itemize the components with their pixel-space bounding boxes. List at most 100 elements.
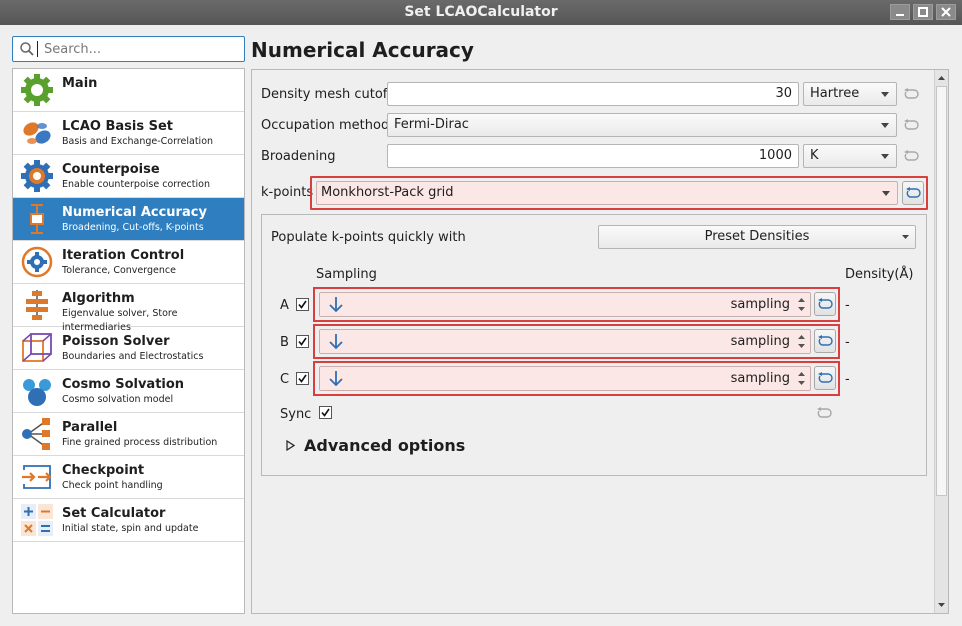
scroll-down-button[interactable]	[935, 599, 948, 611]
sidebar-item-title: Parallel	[62, 420, 118, 435]
kpoints-value: Monkhorst-Pack grid	[321, 185, 454, 200]
sidebar-item-poisson-solver[interactable]: Poisson Solver Boundaries and Electrosta…	[13, 327, 244, 370]
sidebar-item-counterpoise[interactable]: Counterpoise Enable counterpoise correct…	[13, 155, 244, 198]
reset-icon	[904, 88, 919, 99]
arrow-down-icon	[329, 297, 343, 313]
density-mesh-label: Density mesh cutoff	[261, 87, 392, 102]
chevron-down-icon	[881, 123, 889, 128]
reset-icon	[904, 119, 919, 130]
sync-reset-button[interactable]	[815, 404, 833, 422]
scroll-up-button[interactable]	[935, 72, 948, 84]
checkmark-icon	[321, 408, 330, 417]
preset-densities-value: Preset Densities	[704, 229, 810, 244]
close-button[interactable]	[936, 4, 956, 20]
spin-arrows-icon[interactable]	[796, 332, 807, 351]
sidebar-item-title: Set Calculator	[62, 506, 166, 521]
minimize-icon	[896, 14, 904, 16]
checkmark-icon	[298, 300, 307, 309]
sidebar-item-parallel[interactable]: Parallel Fine grained process distributi…	[13, 413, 244, 456]
spin-arrows-icon[interactable]	[796, 295, 807, 314]
axis-c-density: -	[845, 372, 850, 387]
advanced-options-toggle[interactable]: Advanced options	[286, 436, 465, 455]
sidebar-item-subtitle: Enable counterpoise correction	[62, 179, 210, 190]
broadening-reset-button[interactable]	[902, 147, 920, 165]
axis-a-label: A	[280, 298, 289, 313]
sidebar-item-main[interactable]: Main	[13, 69, 244, 112]
chevron-up-icon	[938, 76, 945, 80]
axis-b-density: -	[845, 335, 850, 350]
sidebar-item-subtitle: Check point handling	[62, 480, 163, 491]
density-mesh-input[interactable]: 30	[387, 82, 799, 106]
chevron-down-icon	[902, 235, 909, 239]
sidebar-item-cosmo-solvation[interactable]: Cosmo Solvation Cosmo solvation model	[13, 370, 244, 413]
checkpoint-icon	[22, 465, 52, 489]
occupation-label: Occupation method	[261, 118, 390, 133]
axis-c-sampling-spinbox[interactable]: sampling	[319, 366, 811, 391]
broadening-input[interactable]: 1000	[387, 144, 799, 168]
arrow-down-icon	[329, 371, 343, 387]
axis-a-reset-button[interactable]	[814, 292, 836, 316]
checkmark-icon	[298, 374, 307, 383]
sidebar-item-subtitle: Basis and Exchange-Correlation	[62, 136, 214, 147]
spin-arrows-icon[interactable]	[796, 369, 807, 388]
axis-b-sampling-spinbox[interactable]: sampling	[319, 329, 811, 354]
axis-b-reset-button[interactable]	[814, 329, 836, 353]
broadening-unit-select[interactable]: K	[803, 144, 897, 168]
gear-icon	[21, 74, 53, 106]
settings-panel: Density mesh cutoff 30 Hartree Occupatio…	[251, 69, 949, 614]
sampling-header: Sampling	[316, 267, 377, 282]
occupation-reset-button[interactable]	[902, 116, 920, 134]
sync-label: Sync	[280, 407, 312, 422]
sidebar-item-subtitle: Fine grained process distribution	[62, 437, 218, 448]
search-input[interactable]	[42, 40, 232, 58]
density-mesh-unit-value: Hartree	[810, 86, 860, 101]
kpoints-select[interactable]: Monkhorst-Pack grid	[316, 181, 898, 205]
advanced-options-label: Advanced options	[304, 436, 466, 455]
axis-b-checkbox[interactable]	[296, 335, 309, 348]
iteration-icon	[21, 246, 53, 278]
sync-checkbox[interactable]	[319, 406, 332, 419]
axis-c-highlight: sampling	[313, 361, 840, 396]
scrollbar-thumb[interactable]	[936, 86, 947, 496]
sidebar-item-numerical-accuracy[interactable]: Numerical Accuracy Broadening, Cut-offs,…	[13, 198, 244, 241]
kpoint-grid-group: Populate k-points quickly with Preset De…	[261, 214, 927, 476]
axis-b-label: B	[280, 335, 289, 350]
occupation-select[interactable]: Fermi-Dirac	[387, 113, 897, 137]
axis-c-label: C	[280, 372, 290, 387]
reset-icon	[817, 407, 832, 418]
maximize-button[interactable]	[913, 4, 933, 20]
chevron-down-icon	[881, 92, 889, 97]
window-title: Set LCAOCalculator	[404, 4, 558, 20]
sidebar-item-lcao-basis-set[interactable]: LCAO Basis Set Basis and Exchange-Correl…	[13, 112, 244, 155]
occupation-value: Fermi-Dirac	[394, 117, 469, 132]
search-box[interactable]	[12, 36, 245, 62]
vertical-scrollbar[interactable]	[934, 70, 948, 613]
sidebar-item-subtitle: Broadening, Cut-offs, K-points	[62, 222, 204, 233]
sidebar-item-algorithm[interactable]: Algorithm Eigenvalue solver, Store inter…	[13, 284, 244, 333]
sidebar-item-iteration-control[interactable]: Iteration Control Tolerance, Convergence	[13, 241, 244, 284]
sidebar-item-subtitle: Boundaries and Electrostatics	[62, 351, 204, 362]
density-mesh-unit-select[interactable]: Hartree	[803, 82, 897, 106]
minimize-button[interactable]	[890, 4, 910, 20]
flowchart-icon	[26, 290, 48, 320]
text-cursor	[37, 41, 38, 57]
chevron-down-icon	[882, 191, 890, 196]
axis-a-sampling-spinbox[interactable]: sampling	[319, 292, 811, 317]
preset-densities-select[interactable]: Preset Densities	[598, 225, 916, 249]
molecule-icon	[23, 379, 51, 406]
calculator-icon	[21, 504, 53, 536]
axis-a-checkbox[interactable]	[296, 298, 309, 311]
arrow-down-icon	[329, 334, 343, 350]
reset-icon	[818, 298, 833, 309]
axis-c-checkbox[interactable]	[296, 372, 309, 385]
sidebar-item-subtitle: Tolerance, Convergence	[62, 265, 176, 276]
chevron-down-icon	[938, 603, 945, 607]
axis-c-reset-button[interactable]	[814, 366, 836, 390]
kpoints-reset-button[interactable]	[902, 181, 924, 205]
maximize-icon	[918, 7, 928, 17]
sidebar-item-checkpoint[interactable]: Checkpoint Check point handling	[13, 456, 244, 499]
reset-icon	[818, 372, 833, 383]
sidebar-item-title: LCAO Basis Set	[62, 119, 173, 134]
density-mesh-reset-button[interactable]	[902, 85, 920, 103]
sidebar-item-set-calculator[interactable]: Set Calculator Initial state, spin and u…	[13, 499, 244, 542]
